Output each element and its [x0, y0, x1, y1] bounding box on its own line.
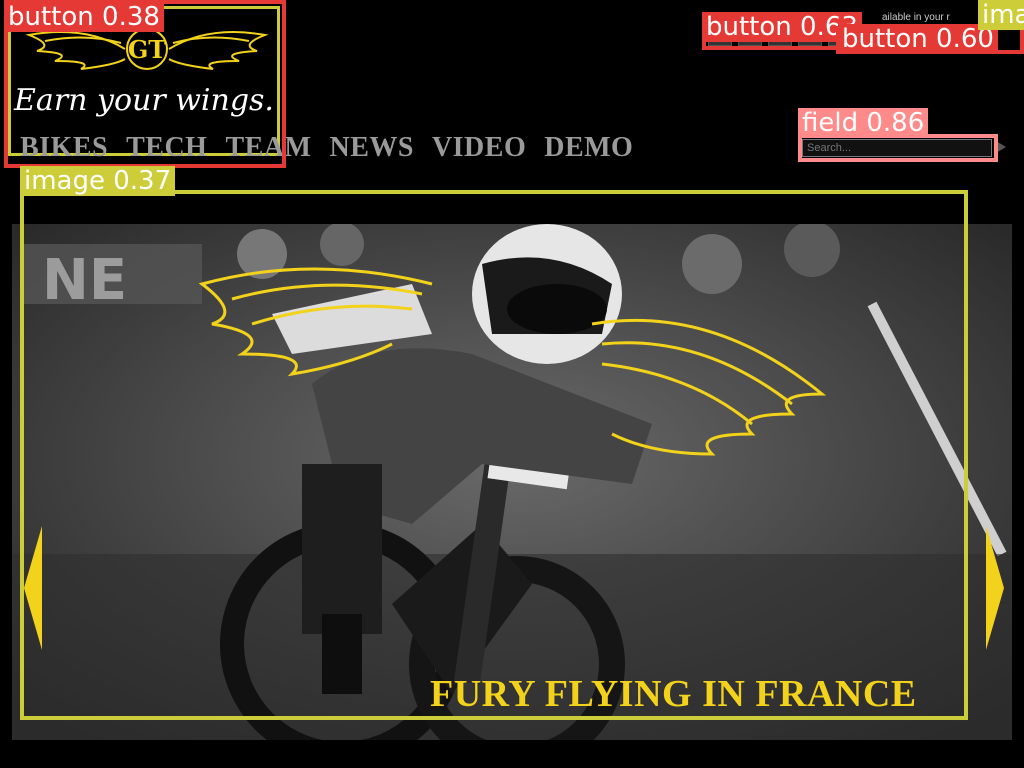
nav-team[interactable]: TEAM [225, 132, 311, 164]
hero-headline[interactable]: FURY FLYING IN FRANCE [430, 672, 917, 716]
previous-slide-button[interactable] [24, 526, 42, 650]
nav-news[interactable]: NEWS [329, 132, 413, 164]
detection-label: image 0.37 [20, 166, 176, 196]
logo-brand: GT [128, 35, 166, 64]
main-nav: BIKES TECH TEAM NEWS VIDEO DEMO [20, 132, 633, 164]
nav-video[interactable]: VIDEO [432, 132, 526, 164]
search-submit-icon[interactable] [996, 141, 1006, 153]
detection-label: ima [978, 0, 1024, 30]
nav-tech[interactable]: TECH [126, 132, 207, 164]
nav-demo[interactable]: DEMO [544, 132, 633, 164]
search-input[interactable] [802, 139, 992, 157]
nav-bikes[interactable]: BIKES [20, 132, 108, 164]
detection-label: button 0.38 [4, 2, 164, 32]
logo-slogan: Earn your wings. [14, 83, 274, 118]
detection-label: field 0.86 [798, 108, 929, 138]
detection-label: button 0.60 [838, 24, 998, 54]
next-slide-button[interactable] [986, 526, 1004, 650]
hero-frame [20, 190, 968, 720]
availability-text: ailable in your r [882, 12, 950, 23]
